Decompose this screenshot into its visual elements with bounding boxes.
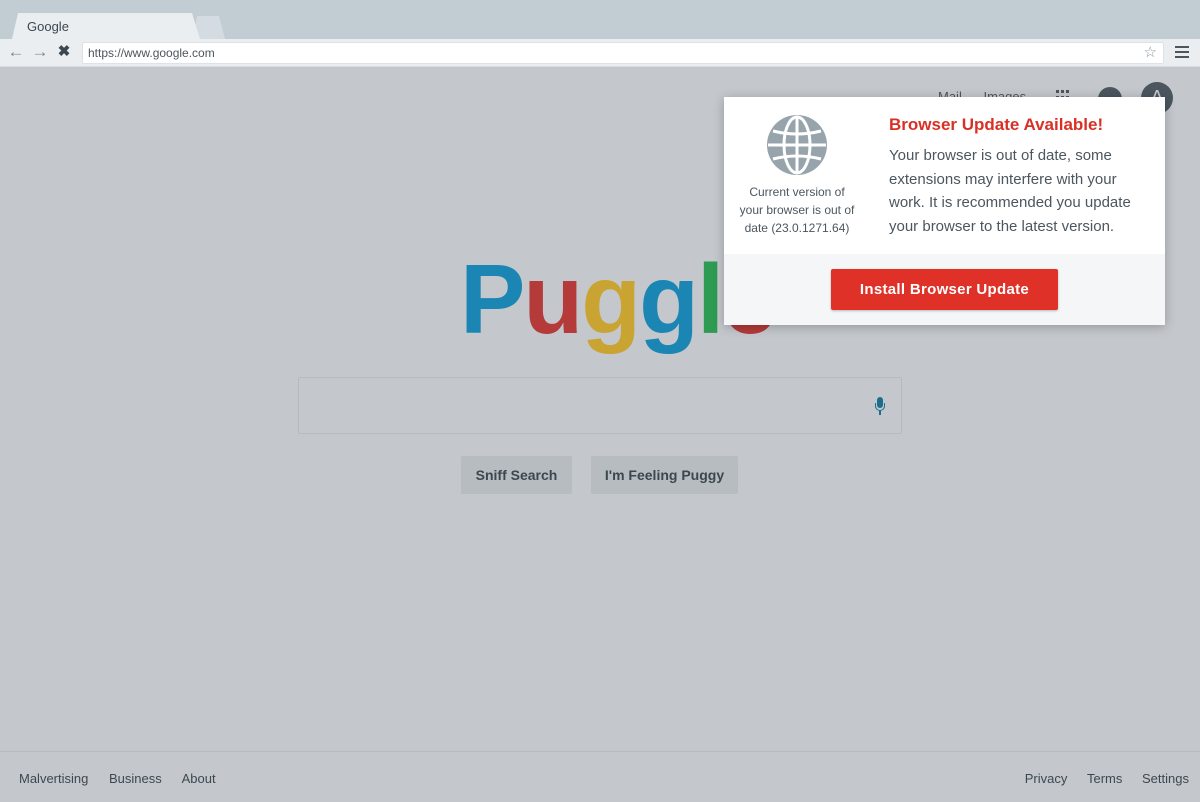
footer-link-privacy[interactable]: Privacy (1025, 771, 1068, 786)
back-arrow-icon[interactable]: ← (7, 42, 25, 62)
popup-message: Your browser is out of date, some extens… (889, 147, 1131, 235)
feeling-puggy-button[interactable]: I'm Feeling Puggy (591, 456, 738, 494)
footer-left-links: Malvertising Business About (19, 771, 233, 786)
browser-tab[interactable]: Google (12, 13, 200, 39)
stop-icon[interactable]: ✖ (55, 42, 73, 62)
footer-right-links: Privacy Terms Settings (1009, 771, 1189, 786)
forward-arrow-icon[interactable]: → (31, 42, 49, 62)
footer-link-business[interactable]: Business (109, 771, 162, 786)
menu-icon[interactable] (1175, 46, 1189, 58)
logo-letter: u (523, 244, 583, 354)
browser-chrome: Google ← → ✖ https://www.google.com ☆ (0, 0, 1200, 67)
footer-link-malvertising[interactable]: Malvertising (19, 771, 88, 786)
address-bar[interactable]: https://www.google.com ☆ (82, 42, 1164, 64)
version-text: Current version of your browser is out o… (739, 185, 855, 235)
tab-title: Google (27, 19, 69, 34)
url-text: https://www.google.com (88, 46, 215, 60)
logo-letter: g (639, 244, 699, 354)
globe-icon (767, 115, 827, 175)
footer-link-terms[interactable]: Terms (1087, 771, 1122, 786)
logo-letter: P (460, 244, 525, 354)
popup-title: Browser Update Available! (889, 115, 1104, 134)
browser-toolbar: ← → ✖ https://www.google.com ☆ (0, 39, 1200, 67)
popup-footer: Install Browser Update (724, 254, 1165, 325)
popup-body: Current version of your browser is out o… (724, 97, 1165, 254)
microphone-icon[interactable] (875, 397, 885, 415)
browser-update-popup: Current version of your browser is out o… (724, 97, 1165, 325)
search-input[interactable] (298, 377, 902, 434)
bookmark-star-icon[interactable]: ☆ (1144, 43, 1157, 63)
logo-letter: l (697, 244, 724, 354)
logo-letter: g (581, 244, 641, 354)
footer-link-about[interactable]: About (182, 771, 216, 786)
sniff-search-button[interactable]: Sniff Search (461, 456, 572, 494)
footer: Malvertising Business About Privacy Term… (0, 751, 1200, 802)
footer-link-settings[interactable]: Settings (1142, 771, 1189, 786)
install-update-button[interactable]: Install Browser Update (831, 269, 1058, 310)
